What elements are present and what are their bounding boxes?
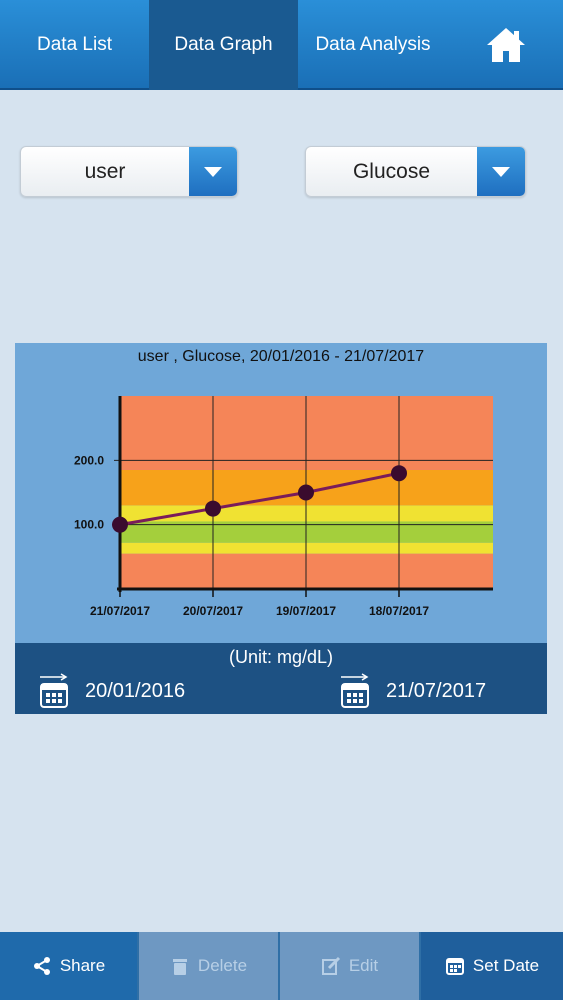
edit-label: Edit [348, 956, 379, 975]
home-icon [486, 28, 525, 62]
data-point [205, 500, 221, 517]
set-date-label: Set Date [472, 956, 540, 975]
top-tab-bar: Data List Data Graph Data Analysis [0, 0, 563, 90]
tab-data-analysis[interactable]: Data Analysis [298, 0, 448, 90]
share-icon [33, 957, 50, 975]
y-tick-label: 100.0 [74, 518, 104, 532]
x-tick-label: 18/07/2017 [369, 604, 429, 618]
unit-label: (Unit: mg/dL) [228, 647, 334, 667]
x-tick-label: 20/07/2017 [183, 604, 243, 618]
chart-footer: (Unit: mg/dL) 20/01/2016 21/07/2017 [15, 643, 547, 714]
data-point [112, 516, 128, 533]
measure-select-value: Glucose [352, 159, 431, 183]
start-date-picker[interactable]: 20/01/2016 [37, 671, 185, 711]
calendar-icon [40, 673, 68, 708]
user-select-value: user [84, 159, 126, 183]
x-tick-label: 19/07/2017 [276, 604, 336, 618]
delete-button[interactable]: Delete [139, 932, 280, 1000]
glucose-line-chart: 100.0 200.0 21/07/2017 20/07/2017 19/07/2017… [74, 396, 493, 618]
measure-select[interactable]: Glucose [305, 146, 526, 197]
x-tick-label: 21/07/2017 [90, 604, 150, 618]
end-date-picker[interactable]: 21/07/2017 [338, 671, 486, 711]
home-button[interactable] [448, 0, 563, 90]
y-tick-label: 200.0 [74, 453, 104, 467]
tab-data-list[interactable]: Data List [0, 0, 149, 90]
trash-icon [172, 959, 187, 975]
end-date-value: 21/07/2017 [386, 679, 487, 702]
measure-select-arrow[interactable] [477, 147, 525, 196]
delete-label: Delete [197, 956, 248, 975]
share-label: Share [59, 956, 106, 975]
calendar-icon [341, 673, 369, 708]
set-date-button[interactable]: Set Date [421, 932, 563, 1000]
edit-icon [321, 956, 340, 975]
chart-panel: user , Glucose, 20/01/2016 - 21/07/2017 … [15, 343, 547, 643]
share-button[interactable]: Share [0, 932, 139, 1000]
start-date-value: 20/01/2016 [85, 679, 186, 702]
tab-data-graph[interactable]: Data Graph [149, 0, 298, 90]
data-point [298, 484, 314, 501]
chevron-down-icon [204, 166, 222, 177]
user-select-arrow[interactable] [189, 147, 237, 196]
data-point [391, 465, 407, 482]
chevron-down-icon [492, 166, 510, 177]
bottom-action-bar: Share Delete Edit Set Date [0, 932, 563, 1000]
calendar-icon [445, 958, 464, 975]
edit-button[interactable]: Edit [280, 932, 421, 1000]
user-select[interactable]: user [20, 146, 238, 197]
